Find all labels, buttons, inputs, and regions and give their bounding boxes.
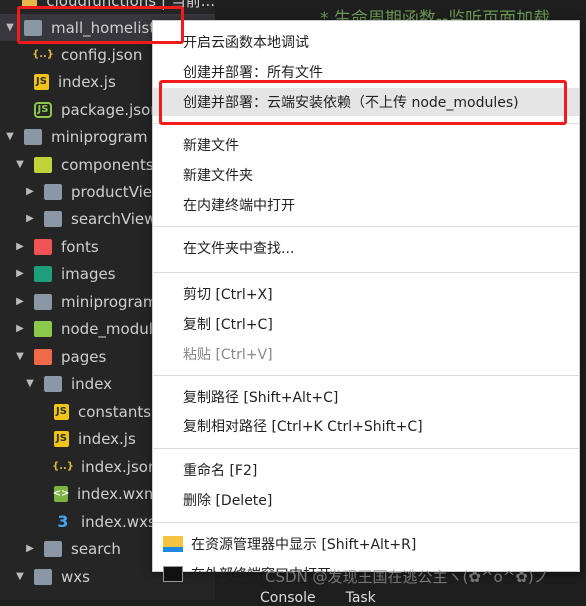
images-folder-icon <box>34 265 52 282</box>
menu-item-label: 在文件夹中查找... <box>183 241 295 257</box>
tab-console[interactable]: Console <box>260 590 316 606</box>
folder-icon <box>44 183 62 200</box>
menu-item-label: 复制 [Ctrl+C] <box>183 317 273 333</box>
wxml-icon: <> <box>53 485 69 502</box>
chevron-right-icon[interactable]: ▶ <box>14 296 26 307</box>
folder-icon <box>44 210 62 227</box>
menu-item[interactable]: 复制 [Ctrl+C] <box>153 310 579 338</box>
chevron-right-icon[interactable]: ▶ <box>14 268 26 279</box>
node-folder-icon <box>34 320 52 337</box>
annotation-box-menu-item <box>159 80 567 125</box>
terminal-icon <box>163 566 183 582</box>
menu-item-label: 粘贴 [Ctrl+V] <box>183 347 273 363</box>
folder-icon <box>34 293 52 310</box>
folder-open-icon <box>34 568 52 585</box>
chevron-right-icon[interactable]: ▶ <box>24 213 36 224</box>
tree-item-label: fonts <box>61 237 99 256</box>
tree-item-label: index.wxml <box>77 484 163 503</box>
tree-item-label: productView <box>71 182 165 201</box>
menu-separator <box>153 375 579 376</box>
menu-item[interactable]: 新建文件夹 <box>153 161 579 189</box>
annotation-box-folder <box>17 6 184 44</box>
json-icon: {..} <box>52 461 74 472</box>
menu-item[interactable]: 复制路径 [Shift+Alt+C] <box>153 383 579 411</box>
js-icon: JS <box>54 403 69 420</box>
nodejs-icon: JS <box>34 101 52 118</box>
tree-item-label: searchView <box>71 209 157 228</box>
chevron-down-icon[interactable]: ▼ <box>24 378 36 389</box>
tab-task[interactable]: Task <box>346 590 376 606</box>
menu-separator <box>153 522 579 523</box>
tree-item-label: search <box>71 539 121 558</box>
menu-item[interactable]: 在文件夹中查找... <box>153 234 579 262</box>
pages-folder-icon <box>34 348 52 365</box>
menu-item-label: 在资源管理器中显示 [Shift+Alt+R] <box>191 537 417 553</box>
chevron-right-icon[interactable]: ▶ <box>24 543 36 554</box>
folder-open-icon <box>24 128 42 145</box>
menu-item[interactable]: 剪切 [Ctrl+X] <box>153 280 579 308</box>
chevron-down-icon[interactable]: ▼ <box>14 351 26 362</box>
tree-item-label: index.json <box>81 457 158 476</box>
tree-item-label: index.js <box>58 72 116 91</box>
tree-item-label: components <box>61 155 154 174</box>
chevron-right-icon[interactable]: ▶ <box>14 241 26 252</box>
folder-icon <box>44 540 62 557</box>
tree-item-label: config.json <box>61 45 143 64</box>
chevron-down-icon[interactable]: ▼ <box>14 159 26 170</box>
menu-item[interactable]: 开启云函数本地调试 <box>153 28 579 56</box>
json-icon: {..} <box>32 49 54 60</box>
menu-item-label: 创建并部署：所有文件 <box>183 65 323 81</box>
chevron-right-icon[interactable]: ▶ <box>14 323 26 334</box>
folder-open-icon <box>44 375 62 392</box>
chevron-down-icon[interactable]: ▼ <box>4 22 16 33</box>
menu-item[interactable]: 在资源管理器中显示 [Shift+Alt+R] <box>153 530 579 558</box>
chevron-down-icon[interactable]: ▼ <box>14 571 26 582</box>
components-folder-icon <box>34 156 52 173</box>
tree-item-label: package.json <box>61 100 160 119</box>
menu-item[interactable]: 新建文件 <box>153 131 579 159</box>
watermark: CSDN @发现王国在逃公主ヽ(✿^o^✿)ノ <box>265 568 549 586</box>
tree-item-label: images <box>61 264 116 283</box>
menu-item-label: 剪切 [Ctrl+X] <box>183 287 273 303</box>
tree-item-label: index.js <box>78 429 136 448</box>
menu-item-label: 复制路径 [Shift+Alt+C] <box>183 390 339 406</box>
tree-item-label: miniprogram <box>51 127 148 146</box>
tree-item-label: pages <box>61 347 107 366</box>
menu-item-label: 复制相对路径 [Ctrl+K Ctrl+Shift+C] <box>183 419 423 435</box>
fonts-folder-icon <box>34 238 52 255</box>
menu-separator <box>153 226 579 227</box>
menu-item-label: 在内建终端中打开 <box>183 198 295 214</box>
menu-separator <box>153 272 579 273</box>
menu-item[interactable]: 重命名 [F2] <box>153 456 579 484</box>
js-icon: JS <box>54 430 69 447</box>
tree-item-label: wxs <box>61 567 90 586</box>
menu-item-label: 重命名 [F2] <box>183 463 258 479</box>
menu-item-label: 开启云函数本地调试 <box>183 35 309 51</box>
menu-item-label: 新建文件夹 <box>183 168 253 184</box>
css-icon: 3 <box>57 512 69 531</box>
menu-item-label: 删除 [Delete] <box>183 493 273 509</box>
js-icon: JS <box>34 73 49 90</box>
menu-item: 粘贴 [Ctrl+V] <box>153 340 579 368</box>
explorer-folder-icon <box>163 536 183 552</box>
tree-item-label: index <box>71 374 113 393</box>
menu-item[interactable]: 删除 [Delete] <box>153 486 579 514</box>
menu-item[interactable]: 复制相对路径 [Ctrl+K Ctrl+Shift+C] <box>153 412 579 440</box>
panel-tabs: Console Task <box>260 590 376 606</box>
menu-separator <box>153 448 579 449</box>
menu-item[interactable]: 在内建终端中打开 <box>153 191 579 219</box>
chevron-right-icon[interactable]: ▶ <box>24 186 36 197</box>
menu-item-label: 新建文件 <box>183 138 239 154</box>
tree-item-label: miniprogram_ <box>61 292 165 311</box>
chevron-down-icon[interactable]: ▼ <box>4 131 16 142</box>
